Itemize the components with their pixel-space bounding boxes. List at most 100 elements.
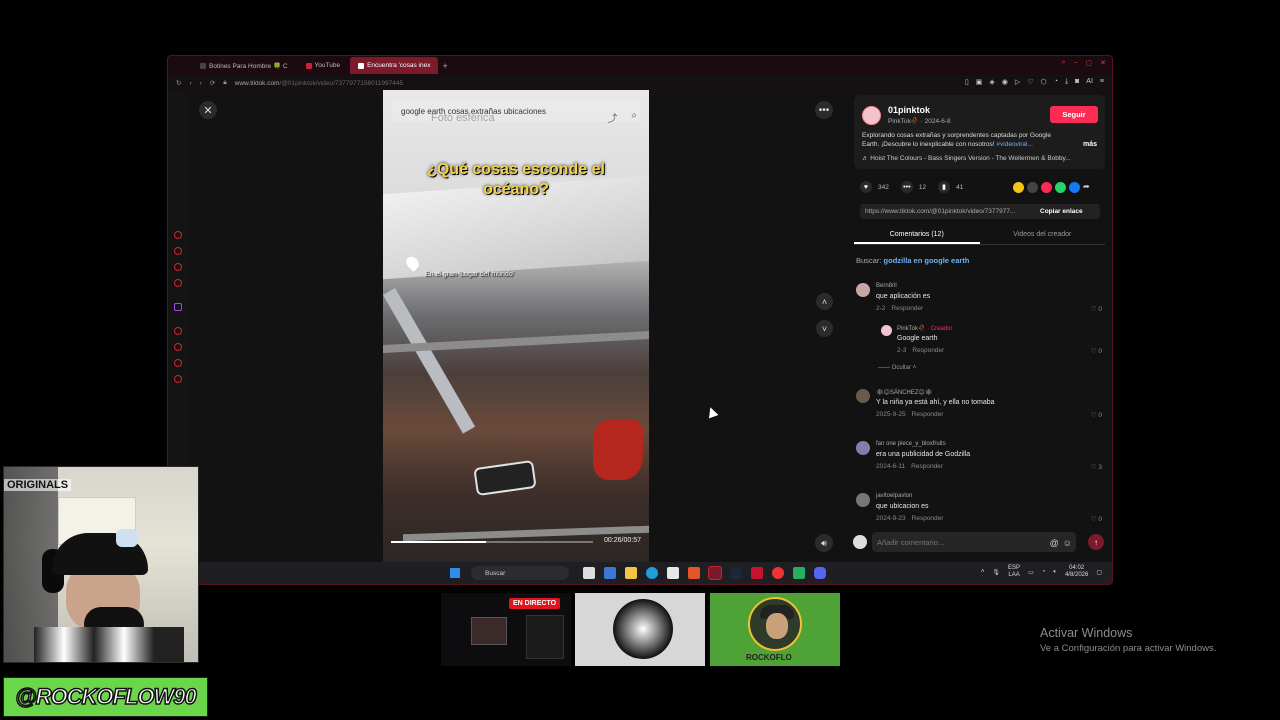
windows-start-icon[interactable] [450,568,460,578]
avatar[interactable] [856,283,870,297]
camera-icon[interactable]: ◉ [1002,78,1008,86]
hide-replies-button[interactable]: —— Ocultar ˄ [878,365,916,371]
follow-button[interactable]: Seguir [1050,106,1098,123]
discord-icon[interactable] [814,567,826,579]
back-icon[interactable]: ‹ [189,80,191,87]
bookmark-icon[interactable]: ▯ [965,78,969,86]
search-tabs-icon[interactable]: ⌕ [1062,59,1066,67]
sidebar-vk-icon[interactable] [174,279,182,287]
reply-button[interactable]: Responder [912,411,944,418]
share-more-icon[interactable]: ➦ [1083,182,1094,193]
taskbar-search[interactable]: Buscar [471,566,569,580]
share-whatsapp-icon[interactable] [1055,182,1066,193]
music-link[interactable]: ♬ Hoist The Colours - Bass Singers Versi… [862,155,1102,162]
reply-button[interactable]: Responder [911,463,943,470]
menu-icon[interactable]: ≡ [1100,78,1104,86]
copilot-icon[interactable] [604,567,616,579]
tab-creator-videos[interactable]: Videos del creador [980,225,1106,244]
avatar[interactable] [856,493,870,507]
reload-icon[interactable]: ↻ [176,79,181,87]
share-embed-icon[interactable] [1013,182,1024,193]
stream-thumbnail-avatar[interactable]: ROCKOFLO [710,593,840,666]
sidebar-clock-icon[interactable] [174,343,182,351]
copy-link-button[interactable]: Copiar enlace [1036,208,1083,215]
sidebar-settings-icon[interactable] [174,375,182,383]
sidebar-twitch-icon[interactable] [174,303,182,311]
heart-icon[interactable]: ♡ [1027,78,1033,86]
author-avatar[interactable] [862,106,881,125]
store-icon[interactable] [667,567,679,579]
shield-icon[interactable]: ◈ [989,78,994,86]
close-window-button[interactable]: ✕ [1100,59,1106,67]
share-code-icon[interactable] [1027,182,1038,193]
edge-icon[interactable] [646,567,658,579]
comment-action[interactable]: ••• 12 [900,181,926,193]
ai-button[interactable]: AI [1086,78,1093,86]
brave-icon[interactable] [688,567,700,579]
comment-user[interactable]: PinkTok🥀 · Creador [897,325,953,332]
app-green-icon[interactable] [793,567,805,579]
forward-icon[interactable]: › [200,80,202,87]
previous-video-button[interactable]: ˄ [816,293,833,310]
hashtag-link[interactable]: #videoviral... [996,141,1033,148]
sidebar-history-icon[interactable] [174,327,182,335]
maximize-button[interactable]: ▢ [1086,59,1093,67]
more-options-button[interactable]: ••• [815,101,833,119]
share-friends-icon[interactable] [1041,182,1052,193]
stream-thumbnail-art[interactable] [575,593,705,666]
app-red2-icon[interactable] [772,567,784,579]
share-facebook-icon[interactable] [1069,182,1080,193]
comment-like[interactable]: ♡ 0 [1091,411,1102,419]
reply-button[interactable]: Responder [912,515,944,522]
play-icon[interactable]: ▷ [1015,78,1020,86]
like-action[interactable]: ♥ 342 [860,181,889,193]
extensions-icon[interactable]: ⬡ [1041,78,1047,86]
comment-user[interactable]: fan one piece_y_bloxfruits [876,441,946,447]
explorer-icon[interactable] [625,567,637,579]
language-indicator[interactable]: ESP LAA [1008,565,1020,579]
comment-like[interactable]: ♡ 0 [1091,305,1102,313]
clock[interactable]: 04:02 4/8/2026 [1065,565,1088,579]
video-player[interactable]: google earth cosas extrañas ubicaciones … [383,90,649,562]
comment-user[interactable]: 🕸😊SÁNCHEZ😊🕸 [876,389,932,396]
speaker-icon[interactable]: 🔈︎ [1053,569,1057,576]
sidebar-instagram-icon[interactable] [174,263,182,271]
avatar[interactable] [856,389,870,403]
more-button[interactable]: más [1083,141,1097,148]
comment-like[interactable]: ♡ 0 [1091,347,1102,355]
reply-button[interactable]: Responder [891,305,923,312]
comment-user[interactable]: Bern8ril [876,283,897,289]
taskview-icon[interactable] [583,567,595,579]
display-icon[interactable]: ▭ [1028,569,1034,576]
sidebar-messenger-icon[interactable] [174,231,182,239]
avatar[interactable] [881,325,892,336]
comment-like[interactable]: ♡ 3 [1091,463,1102,471]
tab-botines[interactable]: Botines Para Hombre 🍀 C [192,57,296,74]
tab-youtube[interactable]: YouTube [298,57,349,74]
comment-user[interactable]: javitoelpavlon [876,493,912,499]
mic-icon[interactable]: 🎙︎ [992,569,1000,576]
comment-like[interactable]: ♡ 0 [1091,515,1102,523]
avatar[interactable] [856,441,870,455]
camera2-icon[interactable]: ◙ [1075,78,1079,86]
reply-button[interactable]: Responder [912,347,944,354]
screenshot-icon[interactable]: ▣ [976,78,983,86]
author-name[interactable]: 01pinktok [888,105,930,115]
mention-icon[interactable]: @ [1050,538,1059,548]
download-icon[interactable]: ⤓ [1065,78,1068,86]
stream-thumbnail-live[interactable]: EN DIRECTO [441,593,571,666]
sidebar-bulb-icon[interactable] [174,359,182,367]
next-video-button[interactable]: ˅ [816,320,833,337]
tab-tiktok[interactable]: Encuentra 'cosas inex [350,57,439,74]
sidebar-whatsapp-icon[interactable] [174,247,182,255]
save-action[interactable]: ▮ 41 [938,181,963,193]
minimize-button[interactable]: – [1074,59,1078,67]
account-icon[interactable]: ◔ [1054,78,1058,86]
comment-input[interactable]: Añadir comentario... @ ☺ [872,532,1076,552]
search-suggestion[interactable]: Buscar: godzilla en google earth [856,256,969,265]
volume-button[interactable]: 🔊︎ [815,534,833,552]
video-progress-bar[interactable] [391,541,593,543]
tab-comments[interactable]: Comentarios (12) [854,225,980,244]
notifications-icon[interactable]: ▢ [1096,569,1102,576]
steam-icon[interactable] [730,567,742,579]
